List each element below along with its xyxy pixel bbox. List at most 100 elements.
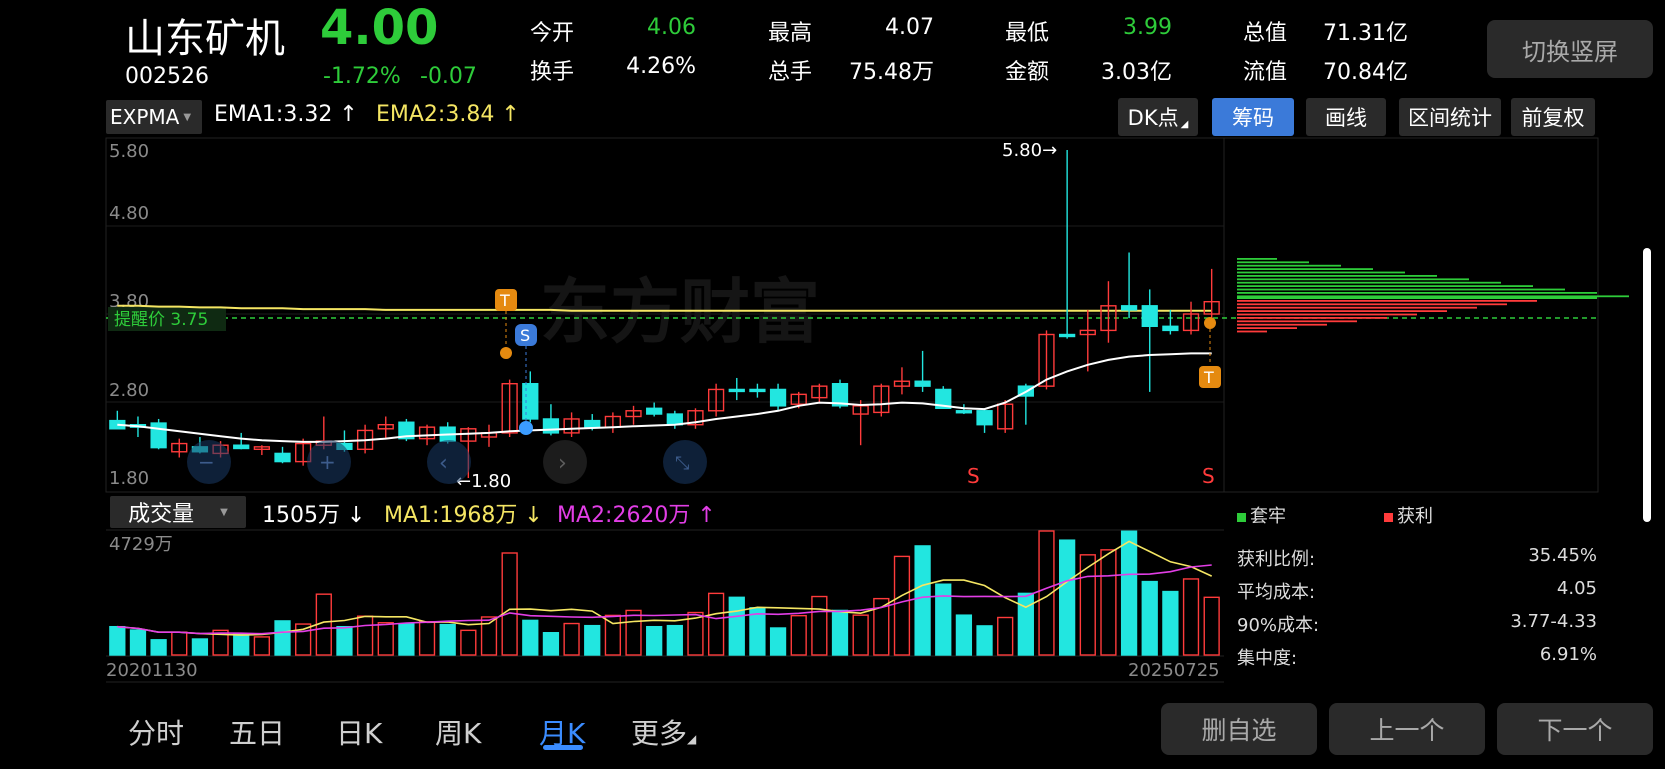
- volume-bar: [769, 627, 787, 656]
- volume-bar: [336, 625, 353, 656]
- active-tab-underline: [543, 745, 583, 750]
- arrow-down-icon: ↓: [517, 503, 543, 528]
- volume-bar: [191, 638, 209, 656]
- candle-body: [914, 380, 931, 387]
- previous-button[interactable]: 上一个: [1329, 703, 1485, 755]
- chip-stat-value: 3.77-4.33: [1510, 611, 1597, 632]
- volume-bar: [418, 620, 436, 656]
- chip-stat-label: 平均成本:: [1237, 582, 1316, 603]
- volume-bar: [356, 615, 374, 656]
- chip-bar-profit: [1237, 317, 1387, 319]
- chip-stat-row: 获利比例: 35.45%: [1237, 545, 1597, 571]
- chip-bar-trapped: [1237, 261, 1309, 264]
- candle-body: [749, 388, 766, 393]
- chip-bar-trapped: [1237, 288, 1565, 291]
- chip-bar-trapped: [1237, 278, 1469, 281]
- collapse-icon: ⤡: [675, 453, 689, 474]
- tab-more-label: 更多: [631, 717, 688, 750]
- legend-swatch-red: [1384, 513, 1393, 522]
- candle-body: [769, 388, 787, 407]
- candle-body: [584, 419, 601, 428]
- volume-bar: [398, 623, 415, 656]
- minus-icon: −: [198, 450, 215, 474]
- candle-body: [955, 410, 973, 414]
- tab-five-day[interactable]: 五日: [229, 712, 285, 752]
- legend-profit: 获利: [1384, 502, 1433, 528]
- volume-bar: [1017, 592, 1034, 656]
- volume-bar: [253, 636, 270, 656]
- chip-bar-trapped: [1237, 268, 1373, 270]
- candle-body: [1120, 305, 1138, 311]
- chip-bar-profit: [1237, 303, 1507, 306]
- volume-value: 1505万: [262, 503, 340, 528]
- volume-panel: [106, 529, 1224, 683]
- y-tick-label: 5.80: [109, 141, 149, 162]
- volume-readout: 1505万 ↓: [262, 497, 365, 529]
- t-marker-text: T: [499, 291, 510, 310]
- s-marker-text: S: [520, 326, 530, 345]
- volume-selector-label: 成交量: [128, 502, 195, 527]
- t-marker-badge[interactable]: T: [495, 289, 517, 359]
- volume-max-label: 4729万: [109, 534, 173, 555]
- candle-body: [646, 407, 663, 415]
- chip-bar-trapped: [1237, 275, 1437, 277]
- tab-weekly-k[interactable]: 周K: [435, 712, 481, 752]
- chip-distribution: [1237, 258, 1629, 333]
- chip-stat-label: 获利比例:: [1237, 549, 1316, 570]
- legend-profit-label: 获利: [1397, 506, 1433, 527]
- chip-stat-label: 集中度:: [1237, 648, 1298, 669]
- chip-bar-profit: [1237, 313, 1417, 316]
- end-date-label: 20250725: [1128, 660, 1220, 681]
- ema1-line: [117, 352, 1212, 443]
- volume-bar: [831, 609, 849, 656]
- candle-body: [542, 418, 560, 434]
- candle-body: [728, 388, 745, 393]
- candle-body: [1141, 305, 1158, 327]
- volume-bar: [955, 614, 973, 656]
- alert-price-label: 提醒价 3.75: [114, 310, 208, 330]
- volume-bar: [584, 624, 601, 656]
- chip-stat-row: 集中度: 6.91%: [1237, 644, 1597, 670]
- volume-bar: [522, 619, 539, 656]
- volume-bar: [129, 629, 147, 656]
- volume-bar: [1203, 596, 1220, 656]
- arrow-down-icon: ↓: [340, 503, 366, 528]
- legend-trapped: 套牢: [1237, 502, 1286, 528]
- volume-bar: [1182, 578, 1200, 656]
- volume-bar: [563, 622, 580, 656]
- chip-stat-value: 6.91%: [1539, 644, 1597, 665]
- tab-more[interactable]: 更多◢: [631, 712, 696, 752]
- ema1-path: [117, 352, 1212, 443]
- volume-bar: [1100, 549, 1117, 656]
- s-signal-label: S: [967, 464, 980, 488]
- chip-bar-profit: [1237, 320, 1357, 323]
- volume-indicator-selector[interactable]: 成交量 ▼: [110, 496, 246, 528]
- volume-bar: [460, 629, 477, 656]
- volume-bar: [1079, 554, 1096, 656]
- tab-intraday[interactable]: 分时: [128, 712, 184, 752]
- y-tick-label: 2.80: [109, 380, 149, 401]
- volume-bar: [914, 545, 931, 656]
- volume-bar: [150, 639, 167, 656]
- candle-body: [1059, 333, 1076, 338]
- remove-watchlist-button[interactable]: 删自选: [1161, 703, 1317, 755]
- vertical-scrollbar[interactable]: [1643, 248, 1651, 522]
- tab-daily-k[interactable]: 日K: [336, 712, 382, 752]
- chip-bar-trapped: [1237, 295, 1629, 298]
- volume-bar: [893, 555, 911, 656]
- legend-trapped-label: 套牢: [1250, 506, 1286, 527]
- volume-bar: [1162, 590, 1179, 656]
- volume-bar: [542, 632, 560, 656]
- volume-bar: [604, 614, 622, 656]
- plus-icon: +: [319, 450, 336, 474]
- scroll-left-button[interactable]: [427, 440, 471, 484]
- volume-bar: [852, 614, 869, 656]
- t-marker-text: T: [1203, 368, 1214, 387]
- next-button[interactable]: 下一个: [1497, 703, 1653, 755]
- candle-body: [976, 410, 993, 426]
- chip-stat-row: 平均成本: 4.05: [1237, 578, 1597, 604]
- volume-bar: [997, 616, 1014, 656]
- candle-body: [274, 452, 291, 463]
- high-marker: 5.80→: [1002, 140, 1057, 161]
- chip-bar-trapped: [1237, 264, 1341, 267]
